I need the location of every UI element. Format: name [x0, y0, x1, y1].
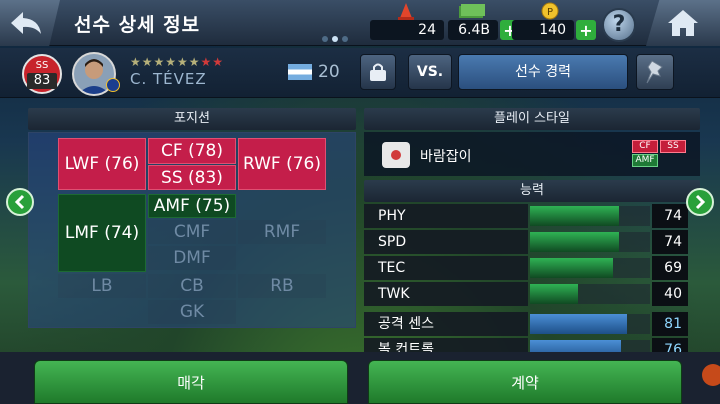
- ability-bar-fill: [530, 232, 619, 252]
- chevron-left-icon: [14, 194, 25, 210]
- pin-icon: [646, 60, 663, 84]
- ability-value: 74: [652, 204, 688, 228]
- cone-icon: [398, 3, 414, 20]
- ability-row: TWK 40: [364, 282, 688, 306]
- previous-player-button[interactable]: [6, 188, 34, 216]
- ability-label: PHY: [364, 204, 528, 228]
- position-rwf: RWF (76): [238, 138, 326, 190]
- position-gk: GK: [148, 300, 236, 324]
- position-rmf: RMF: [238, 220, 326, 244]
- top-bar: 선수 상세 정보 24 6.4B + P 140 + ?: [0, 0, 720, 46]
- playstyle-tag-amf: AMF: [632, 154, 658, 167]
- player-stars: ★★★★★★★★: [130, 55, 225, 69]
- lock-bag-icon: [370, 63, 386, 81]
- position-cb: CB: [148, 274, 236, 298]
- add-points-button[interactable]: +: [576, 20, 596, 40]
- position-rb: RB: [238, 274, 326, 298]
- ability-bar-fill: [530, 206, 619, 226]
- position-amf: AMF (75): [148, 194, 236, 218]
- page-title: 선수 상세 정보: [74, 14, 201, 36]
- position-label: SS: [35, 60, 49, 71]
- positions-panel-title: 포지션: [28, 108, 356, 130]
- abilities-panel-title: 능력: [364, 180, 700, 202]
- position-lmf: LMF (74): [58, 194, 146, 272]
- position-lb: LB: [58, 274, 146, 298]
- ability-bar-fill: [530, 284, 578, 304]
- ability-row: PHY 74: [364, 204, 688, 228]
- playstyle-panel-title: 플레이 스타일: [364, 108, 700, 130]
- ability-row: 공격 센스 81: [364, 312, 688, 336]
- position-badge: SS 83: [22, 54, 62, 94]
- svg-text:P: P: [547, 7, 553, 18]
- club-badge-icon: [106, 78, 120, 92]
- playstyle-icon: [382, 142, 410, 168]
- back-arrow-icon: [11, 12, 41, 34]
- player-career-button[interactable]: 선수 경력: [458, 54, 628, 90]
- ability-label: TWK: [364, 282, 528, 306]
- vs-compare-button[interactable]: VS.: [408, 54, 452, 90]
- sell-button[interactable]: 매각: [34, 360, 348, 404]
- position-cmf: CMF: [148, 220, 236, 244]
- points-count: 140: [512, 20, 574, 40]
- ability-value: 69: [652, 256, 688, 280]
- playstyle-tag-ss: SS: [660, 140, 686, 153]
- points-coin-icon: P: [541, 2, 559, 20]
- notification-icon[interactable]: [702, 364, 720, 386]
- help-button[interactable]: ?: [602, 8, 636, 42]
- contract-button[interactable]: 계약: [368, 360, 682, 404]
- ability-value: 74: [652, 230, 688, 254]
- playstyle-tag-cf: CF: [632, 140, 658, 153]
- home-button[interactable]: [646, 0, 720, 46]
- back-button[interactable]: [0, 0, 60, 46]
- ability-label: 공격 센스: [364, 312, 528, 336]
- ability-label: TEC: [364, 256, 528, 280]
- ability-label: SPD: [364, 230, 528, 254]
- nationality-flag-icon: [288, 64, 312, 80]
- lock-button[interactable]: [360, 54, 396, 90]
- cones-count: 24: [370, 20, 444, 40]
- ability-bar-fill: [530, 258, 613, 278]
- ability-row: SPD 74: [364, 230, 688, 254]
- page-indicator: [322, 36, 348, 42]
- player-name: C. TÉVEZ: [130, 70, 207, 88]
- next-player-button[interactable]: [686, 188, 714, 216]
- ability-row: TEC 69: [364, 256, 688, 280]
- pin-button[interactable]: [636, 54, 674, 90]
- chevron-right-icon: [695, 194, 706, 210]
- player-age: 20: [318, 62, 340, 82]
- cash-icon: [459, 4, 485, 18]
- position-cf: CF (78): [148, 138, 236, 164]
- position-dmf: DMF: [148, 246, 236, 270]
- playstyle-name: 바람잡이: [420, 149, 472, 165]
- overall-rating: 83: [27, 73, 57, 89]
- position-lwf: LWF (76): [58, 138, 146, 190]
- ability-value: 81: [652, 312, 688, 336]
- position-ss: SS (83): [148, 165, 236, 190]
- ability-value: 40: [652, 282, 688, 306]
- home-icon: [668, 10, 698, 36]
- ability-bar-fill: [530, 314, 627, 334]
- cash-amount: 6.4B: [448, 20, 498, 40]
